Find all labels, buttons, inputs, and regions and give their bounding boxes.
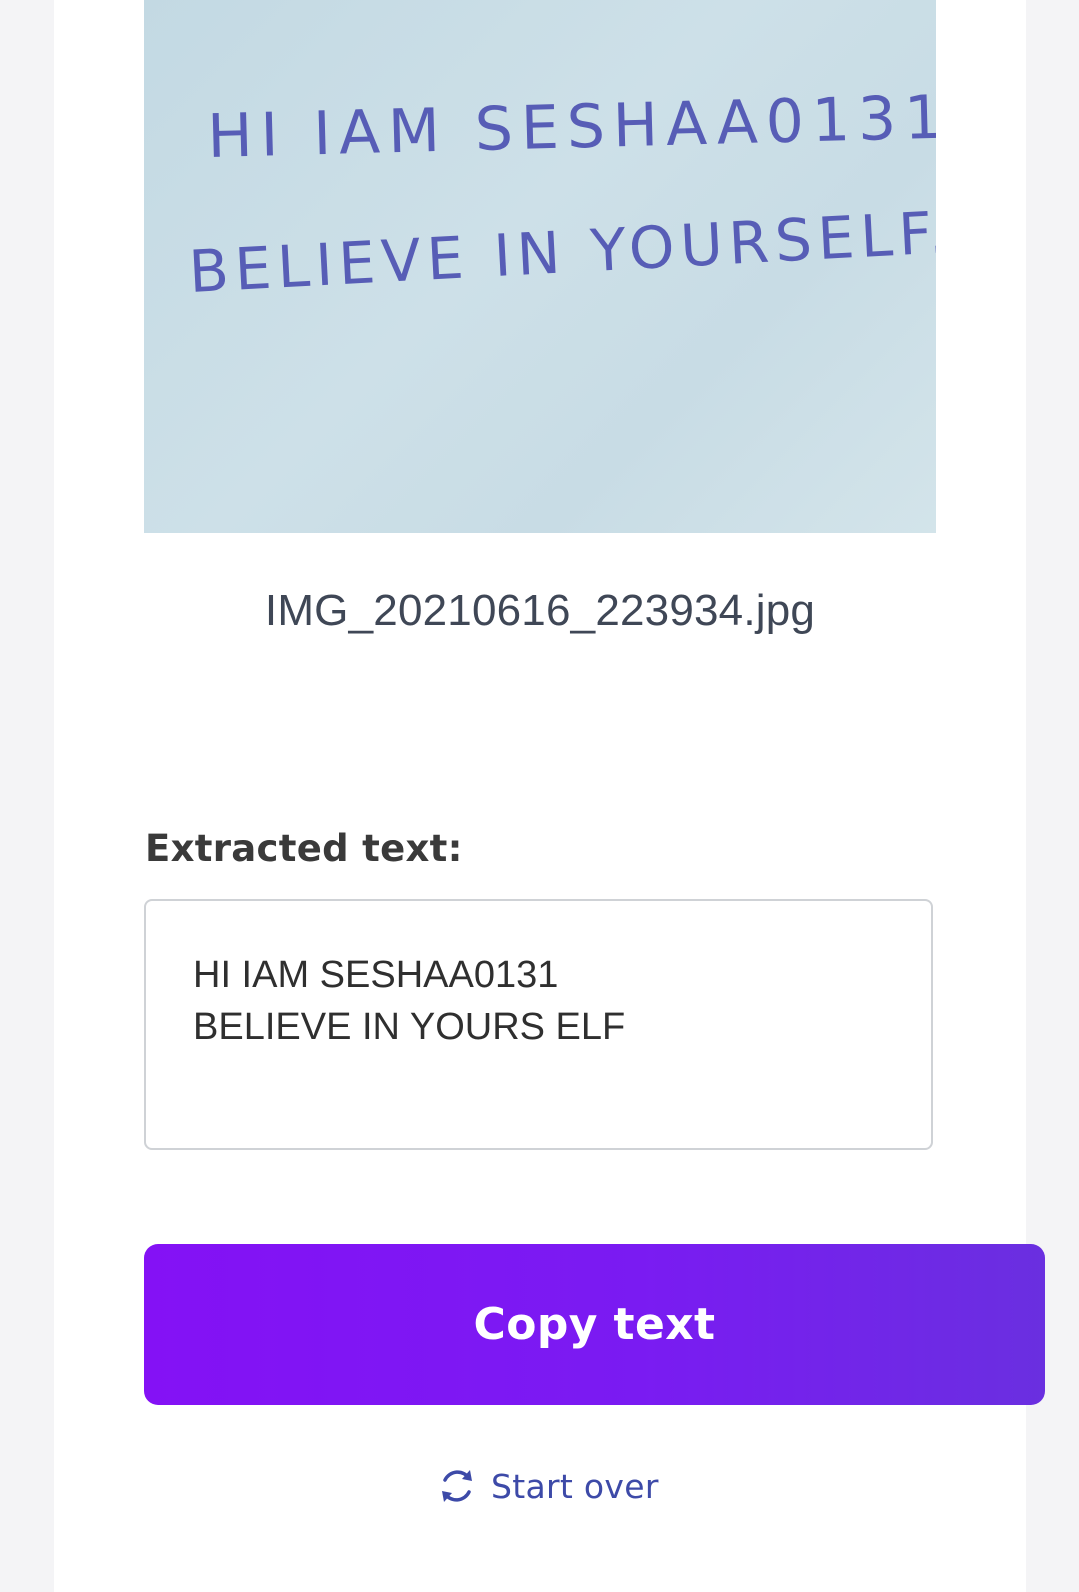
copy-text-button[interactable]: Copy text: [144, 1244, 1045, 1405]
start-over-label: Start over: [491, 1466, 659, 1506]
extracted-text-label: Extracted text:: [145, 827, 463, 870]
handwriting-line-1: HI IAM SESHAA0131: [207, 83, 936, 172]
file-name: IMG_20210616_223934.jpg: [264, 586, 816, 635]
extracted-text-content[interactable]: HI IAM SESHAA0131 BELIEVE IN YOURS ELF: [193, 949, 625, 1053]
copy-text-button-label: Copy text: [473, 1299, 716, 1350]
refresh-icon: [437, 1466, 477, 1506]
uploaded-image-preview: HI IAM SESHAA0131 BELIEVE IN YOURSELF.: [144, 0, 936, 533]
start-over-link[interactable]: Start over: [437, 1466, 659, 1506]
handwriting-line-2: BELIEVE IN YOURSELF.: [187, 198, 936, 306]
extracted-text-box[interactable]: HI IAM SESHAA0131 BELIEVE IN YOURS ELF: [144, 899, 933, 1150]
handwritten-note-image: HI IAM SESHAA0131 BELIEVE IN YOURSELF.: [187, 83, 936, 306]
